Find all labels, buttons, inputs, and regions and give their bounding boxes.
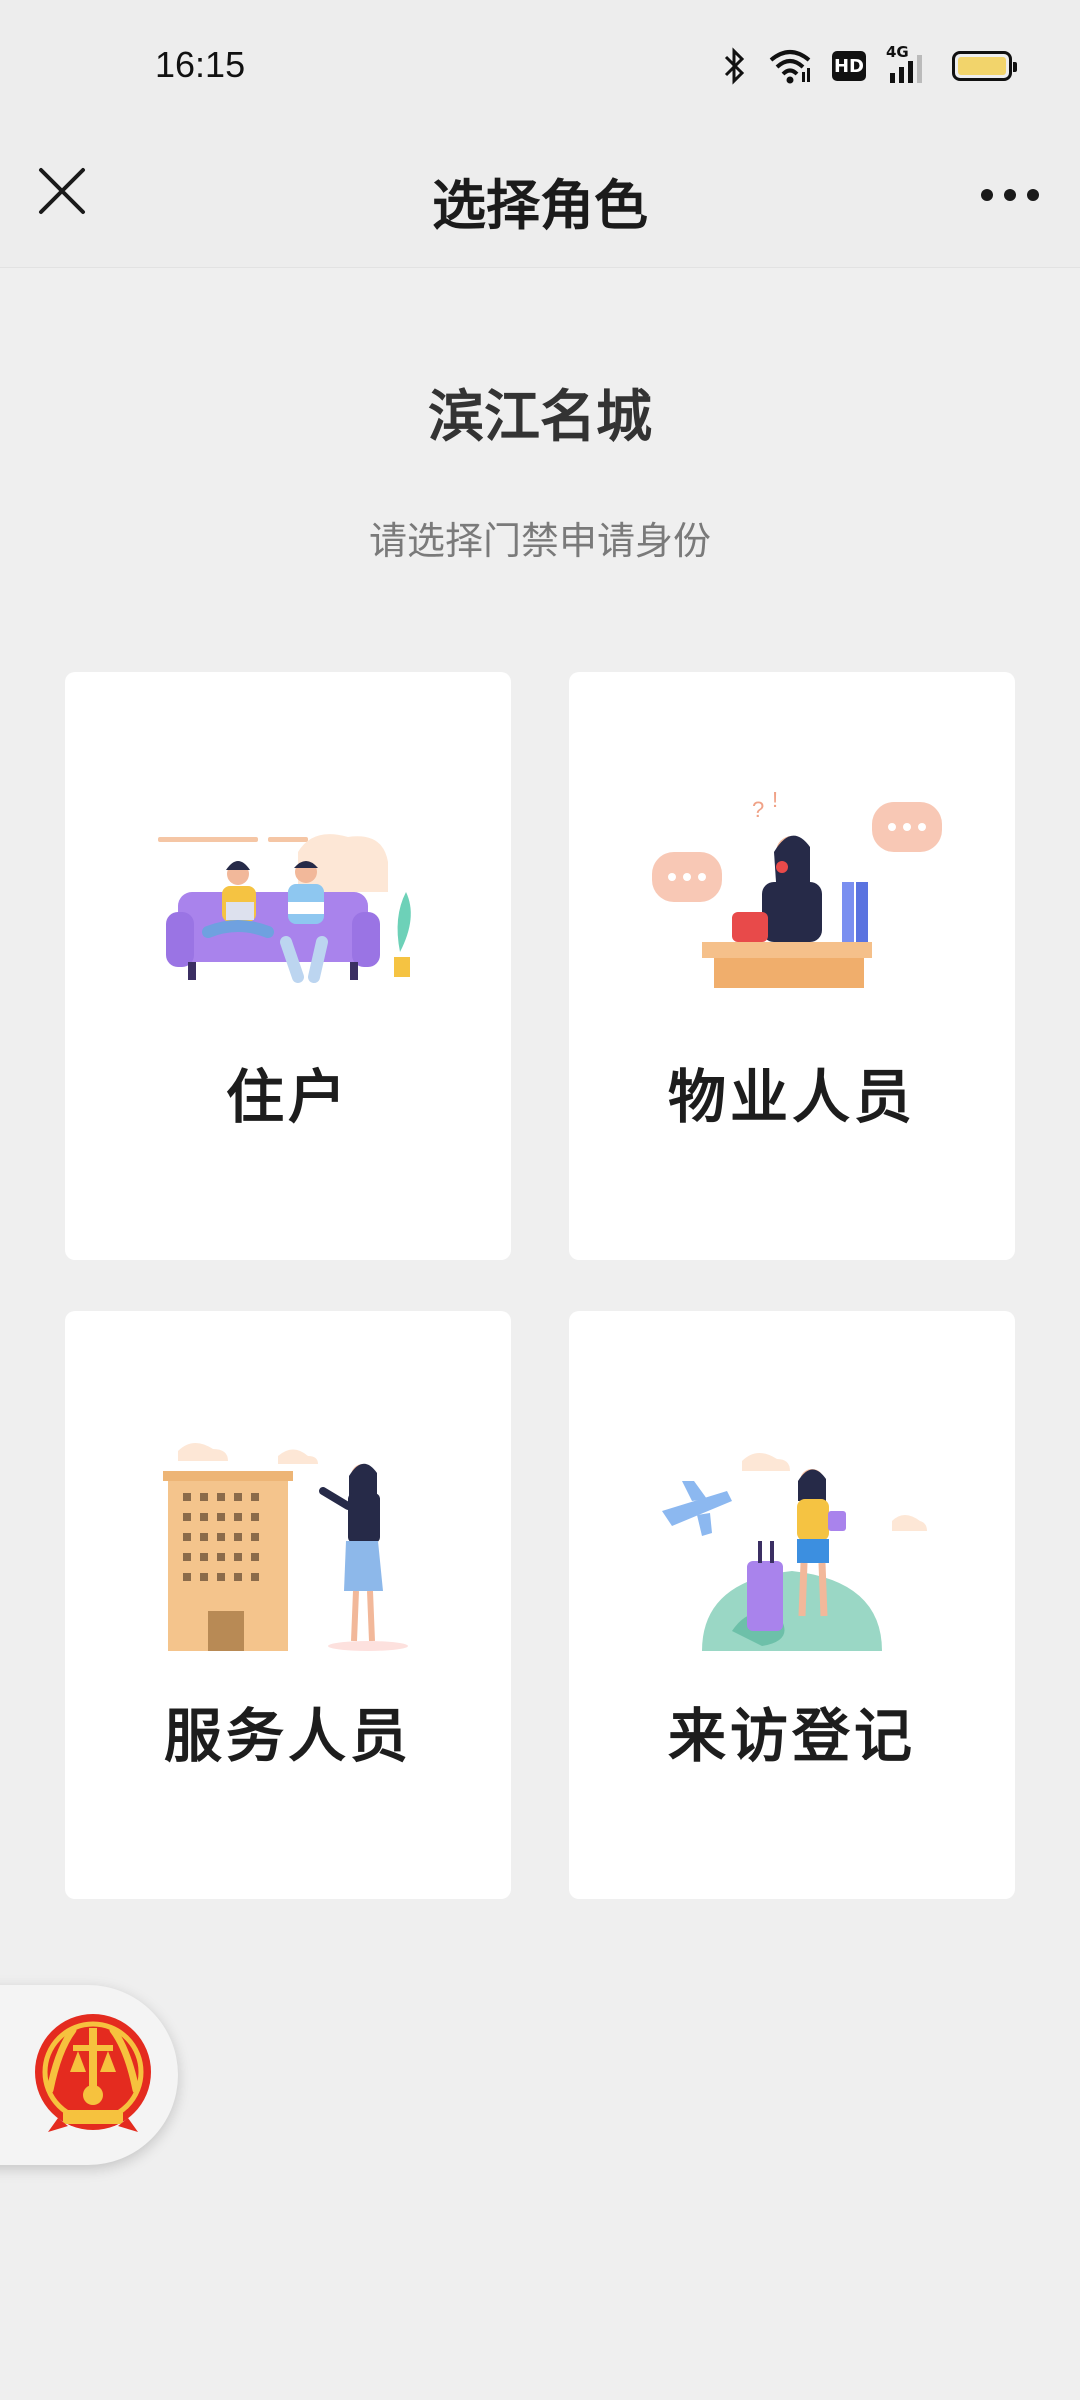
visitor-with-luggage-illustration <box>662 1452 927 1651</box>
court-emblem-icon <box>35 2014 151 2132</box>
network-type-label: 4G <box>886 43 909 61</box>
more-icon <box>981 189 1039 201</box>
status-icons: HD 4G <box>722 43 1017 86</box>
role-card-visitor[interactable]: 来访登记 <box>569 1311 1015 1899</box>
status-bar: 16:15 HD 4G <box>0 0 1080 135</box>
4g-signal-icon: 4G <box>886 43 932 85</box>
property-staff-at-desk-illustration: ? ! <box>652 792 942 988</box>
role-label-service-staff: 服务人员 <box>163 1702 412 1770</box>
role-label-property-staff: 物业人员 <box>667 1063 916 1131</box>
wifi-icon <box>769 50 811 84</box>
battery-icon <box>952 51 1017 81</box>
bluetooth-icon <box>724 47 745 85</box>
more-button[interactable] <box>970 165 1050 225</box>
role-card-resident[interactable]: 住户 <box>65 672 511 1260</box>
community-name: 滨江名城 <box>428 385 652 450</box>
residents-on-sofa-illustration <box>158 834 411 983</box>
status-time: 16:15 <box>155 44 246 85</box>
nav-bar: 选择角色 <box>0 135 1080 268</box>
service-staff-building-illustration <box>163 1442 408 1651</box>
svg-text:?: ? <box>752 797 764 822</box>
floating-emblem-button[interactable] <box>0 1985 178 2165</box>
hd-icon: HD <box>832 51 866 81</box>
page-title: 选择角色 <box>432 174 648 237</box>
role-label-visitor: 来访登记 <box>667 1702 916 1770</box>
role-card-property-staff[interactable]: ? ! 物业人员 <box>569 672 1015 1260</box>
subtitle: 请选择门禁申请身份 <box>368 519 711 563</box>
role-card-service-staff[interactable]: 服务人员 <box>65 1311 511 1899</box>
svg-text:!: ! <box>772 792 778 812</box>
role-label-resident: 住户 <box>225 1063 350 1131</box>
